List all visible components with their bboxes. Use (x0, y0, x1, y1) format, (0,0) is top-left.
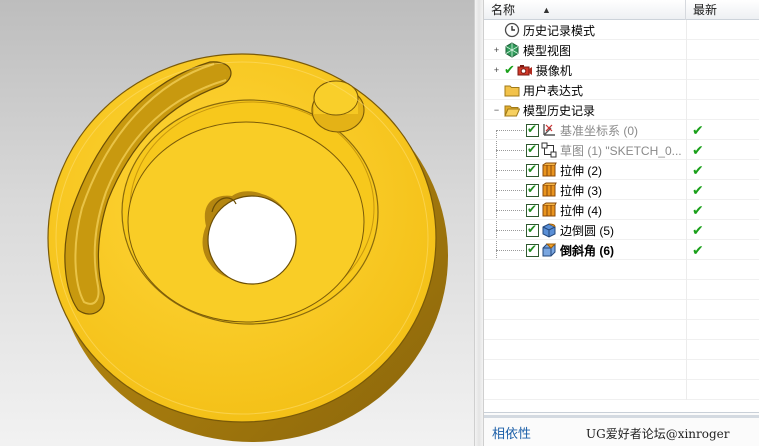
folder-icon (504, 82, 520, 98)
tree-row-label: 拉伸 (2) (560, 163, 603, 178)
sort-ascending-icon: ▲ (542, 5, 551, 15)
camera-icon (517, 62, 533, 78)
collapse-icon[interactable]: − (492, 106, 501, 115)
tree-row-chamfer-6[interactable]: 倒斜角 (6) ✔ (484, 240, 759, 260)
navigator-tree[interactable]: 历史记录模式 + 模型视图 + ✔ 摄像机 用户表达式 − 模型历史记录 ✔ 基… (484, 20, 759, 410)
tree-row-extrude-3[interactable]: 拉伸 (3) ✔ (484, 180, 759, 200)
tree-row-label: 边倒圆 (5) (560, 223, 615, 238)
visibility-checkbox[interactable] (526, 162, 539, 177)
watermark-text: UG爱好者论坛@xinroger (586, 427, 730, 441)
tree-row-sketch[interactable]: 草图 (1) "SKETCH_0... ✔ (484, 140, 759, 160)
up-to-date-check-icon: ✔ (692, 142, 704, 158)
up-to-date-check-icon: ✔ (692, 122, 704, 138)
tree-row-label: 用户表达式 (523, 83, 584, 98)
column-header-latest[interactable]: 最新 (686, 0, 759, 20)
extrude-icon (541, 202, 557, 218)
tree-row-model-views[interactable]: + 模型视图 (484, 40, 759, 60)
tree-row-user-expressions[interactable]: 用户表达式 (484, 80, 759, 100)
visibility-checkbox[interactable] (526, 202, 539, 217)
visibility-checkbox[interactable] (526, 242, 539, 257)
tree-row-camera[interactable]: + ✔ 摄像机 (484, 60, 759, 80)
3d-part-model[interactable] (0, 0, 474, 446)
up-to-date-check-icon: ✔ (692, 162, 704, 178)
tree-row-edge-blend-5[interactable]: 边倒圆 (5) ✔ (484, 220, 759, 240)
tree-row-extrude-2[interactable]: 拉伸 (2) ✔ (484, 160, 759, 180)
edge-blend-icon (541, 222, 557, 238)
navigator-footer: 相依性 UG爱好者论坛@xinroger (484, 412, 759, 446)
tree-row-label: 草图 (1) "SKETCH_0... (560, 143, 682, 158)
extrude-icon (541, 162, 557, 178)
up-to-date-check-icon: ✔ (692, 222, 704, 238)
up-to-date-check-icon: ✔ (692, 242, 704, 258)
visibility-checkbox[interactable] (526, 182, 539, 197)
tree-row-label: 基准坐标系 (0) (560, 123, 639, 138)
check-mark-icon: ✔ (504, 62, 515, 77)
tree-row-history-mode[interactable]: 历史记录模式 (484, 20, 759, 40)
tree-row-datum-csys[interactable]: 基准坐标系 (0) ✔ (484, 120, 759, 140)
model-views-icon (504, 42, 520, 58)
up-to-date-check-icon: ✔ (692, 202, 704, 218)
panel-splitter[interactable] (474, 0, 484, 446)
visibility-checkbox[interactable] (526, 122, 539, 137)
tree-row-label: 模型视图 (523, 43, 572, 58)
expand-icon[interactable]: + (492, 66, 501, 75)
tree-row-label: 倒斜角 (6) (560, 243, 615, 258)
visibility-checkbox[interactable] (526, 142, 539, 157)
tree-row-label: 模型历史记录 (523, 103, 596, 118)
tree-row-label: 拉伸 (4) (560, 203, 603, 218)
clock-icon (504, 22, 520, 38)
folder-open-icon (504, 102, 521, 118)
tree-row-label: 历史记录模式 (523, 23, 596, 38)
column-header-name[interactable]: 名称 ▲ (484, 0, 686, 20)
sketch-icon (541, 142, 557, 158)
navigator-header: 名称 ▲ 最新 (484, 0, 759, 20)
tree-row-label: 拉伸 (3) (560, 183, 603, 198)
visibility-checkbox[interactable] (526, 222, 539, 237)
expand-icon[interactable]: + (492, 46, 501, 55)
column-latest-label: 最新 (693, 3, 718, 17)
datum-csys-icon (541, 122, 557, 138)
column-name-label: 名称 (491, 3, 516, 17)
chamfer-icon (541, 242, 557, 258)
center-hole (207, 195, 297, 285)
extrude-icon (541, 182, 557, 198)
tree-row-model-history[interactable]: − 模型历史记录 (484, 100, 759, 120)
tree-row-label: 摄像机 (535, 63, 572, 78)
tree-row-extrude-4[interactable]: 拉伸 (4) ✔ (484, 200, 759, 220)
graphics-viewport[interactable] (0, 0, 474, 446)
up-to-date-check-icon: ✔ (692, 182, 704, 198)
part-navigator: 名称 ▲ 最新 历史记录模式 + 模型视图 + ✔ 摄像机 用户表达式 − 模型… (484, 0, 759, 446)
dependencies-panel-tab[interactable]: 相依性 (492, 423, 531, 442)
